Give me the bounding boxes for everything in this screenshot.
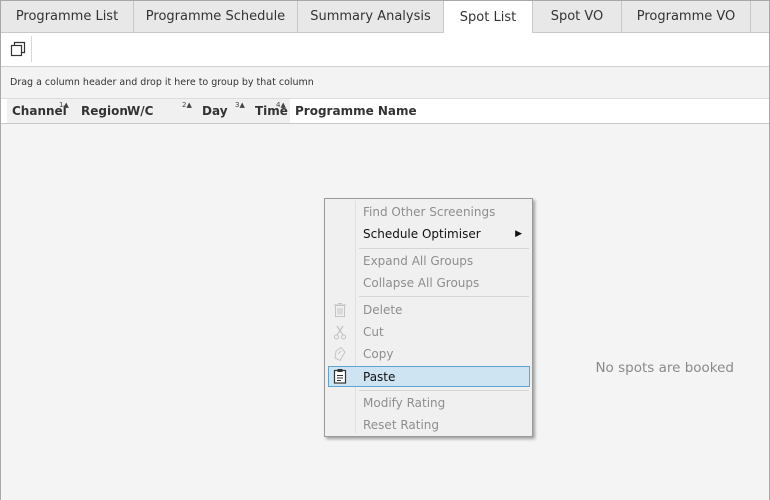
column-header-day[interactable]: Day 3▲ — [202, 99, 245, 123]
menu-item-paste[interactable]: Paste — [328, 366, 530, 387]
sort-ascending-icon: 2▲ — [182, 101, 192, 109]
menu-item-collapse-all-groups[interactable]: Collapse All Groups — [328, 273, 530, 294]
menu-separator — [359, 296, 529, 297]
context-menu: Find Other Screenings Schedule Optimiser… — [324, 198, 533, 437]
copy-icon — [334, 346, 346, 362]
menu-separator — [359, 248, 529, 249]
tab-spot-list[interactable]: Spot List — [444, 1, 533, 33]
submenu-arrow-icon: ▶ — [515, 229, 522, 239]
column-header-programme-name[interactable]: Programme Name — [295, 99, 417, 123]
tab-spot-vo[interactable]: Spot VO — [533, 1, 622, 32]
toolbar — [1, 33, 769, 67]
menu-item-find-other-screenings[interactable]: Find Other Screenings — [328, 202, 530, 223]
sort-ascending-icon: 3▲ — [235, 101, 245, 109]
tab-programme-schedule[interactable]: Programme Schedule — [134, 1, 298, 32]
menu-item-copy[interactable]: Copy — [328, 344, 530, 365]
tab-programme-list[interactable]: Programme List — [1, 1, 134, 32]
window-restore-button[interactable] — [5, 36, 32, 62]
column-header-wc[interactable]: W/C 2▲ — [127, 99, 192, 123]
tab-programme-vo[interactable]: Programme VO — [622, 1, 751, 32]
group-by-hint: Drag a column header and drop it here to… — [10, 77, 314, 88]
tab-summary-analysis[interactable]: Summary Analysis — [298, 1, 444, 32]
group-by-panel[interactable]: Drag a column header and drop it here to… — [1, 67, 769, 99]
trash-icon — [334, 303, 346, 317]
clipboard-icon — [333, 369, 347, 384]
empty-message: No spots are booked — [595, 360, 734, 376]
tab-bar: Programme List Programme Schedule Summar… — [1, 1, 769, 33]
menu-item-schedule-optimiser[interactable]: Schedule Optimiser ▶ — [328, 224, 530, 245]
scissors-icon — [334, 325, 346, 340]
column-header-time[interactable]: Time 4▲ — [255, 99, 288, 123]
menu-item-cut[interactable]: Cut — [328, 322, 530, 343]
menu-separator — [359, 390, 529, 391]
menu-item-modify-rating[interactable]: Modify Rating — [328, 393, 530, 414]
column-header-region[interactable]: Region — [81, 99, 128, 123]
menu-item-expand-all-groups[interactable]: Expand All Groups — [328, 251, 530, 272]
sort-ascending-icon: 4▲ — [276, 101, 286, 109]
menu-item-delete[interactable]: Delete — [328, 300, 530, 321]
column-header-channel[interactable]: Channel 1▲ — [12, 99, 69, 123]
window-restore-icon — [10, 41, 26, 57]
column-headers: Channel 1▲ Region W/C 2▲ Day 3▲ Time 4▲ … — [1, 99, 769, 124]
sort-ascending-icon: 1▲ — [59, 101, 69, 109]
menu-item-reset-rating[interactable]: Reset Rating — [328, 415, 530, 436]
